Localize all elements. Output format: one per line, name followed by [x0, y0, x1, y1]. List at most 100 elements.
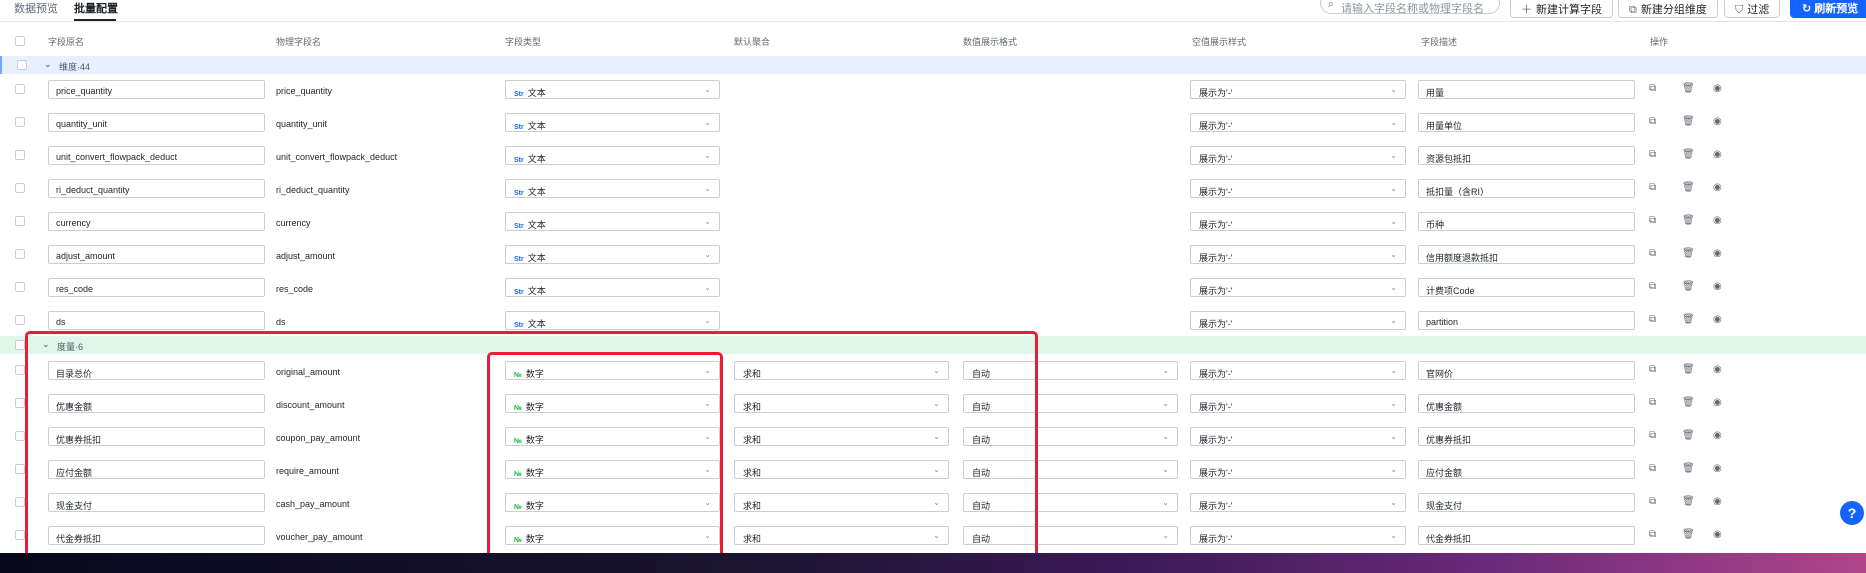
eye-icon[interactable]: ◉ — [1713, 397, 1722, 408]
field-description-input[interactable]: 优惠券抵扣 — [1418, 427, 1635, 446]
filter-button[interactable]: ⛉ 过滤 — [1724, 0, 1781, 18]
row-checkbox[interactable] — [15, 84, 25, 94]
delete-icon[interactable]: 🗑 — [1682, 116, 1695, 127]
eye-icon[interactable]: ◉ — [1713, 364, 1722, 375]
field-description-input[interactable]: 信用额度退款抵扣 — [1418, 245, 1635, 264]
copy-icon[interactable]: ⧉ — [1649, 314, 1656, 325]
help-button[interactable]: ? — [1840, 501, 1864, 525]
tab-batch-config[interactable]: 批量配置 — [74, 2, 118, 16]
field-type-select[interactable]: Str 文本 ⌄ — [505, 146, 720, 165]
delete-icon[interactable]: 🗑 — [1682, 364, 1695, 375]
field-name-input[interactable]: price_quantity — [48, 80, 265, 99]
delete-icon[interactable]: 🗑 — [1682, 397, 1695, 408]
row-checkbox[interactable] — [15, 183, 25, 193]
null-style-select[interactable]: 展示为'-' ⌄ — [1190, 179, 1406, 198]
dimension-group-checkbox[interactable] — [17, 60, 27, 70]
field-type-select[interactable]: Str 文本 ⌄ — [505, 212, 720, 231]
copy-icon[interactable]: ⧉ — [1649, 430, 1656, 441]
field-type-select[interactable]: Str 文本 ⌄ — [505, 278, 720, 297]
field-description-input[interactable]: 优惠金额 — [1418, 394, 1635, 413]
null-style-select[interactable]: 展示为'-' ⌄ — [1190, 245, 1406, 264]
eye-icon[interactable]: ◉ — [1713, 529, 1722, 540]
eye-icon[interactable]: ◉ — [1713, 149, 1722, 160]
row-checkbox[interactable] — [15, 117, 25, 127]
refresh-preview-button[interactable]: ↻ 刷新预览 — [1790, 0, 1866, 18]
eye-icon[interactable]: ◉ — [1713, 463, 1722, 474]
null-style-select[interactable]: 展示为'-' ⌄ — [1190, 493, 1406, 512]
field-description-input[interactable]: 代金券抵扣 — [1418, 526, 1635, 545]
field-description-input[interactable]: 应付金额 — [1418, 460, 1635, 479]
field-name-input[interactable]: currency — [48, 212, 265, 231]
delete-icon[interactable]: 🗑 — [1682, 529, 1695, 540]
eye-icon[interactable]: ◉ — [1713, 314, 1722, 325]
field-description-input[interactable]: 用量单位 — [1418, 113, 1635, 132]
copy-icon[interactable]: ⧉ — [1649, 364, 1656, 375]
null-style-select[interactable]: 展示为'-' ⌄ — [1190, 311, 1406, 330]
row-checkbox[interactable] — [15, 431, 25, 441]
null-style-select[interactable]: 展示为'-' ⌄ — [1190, 113, 1406, 132]
dimension-group-row[interactable]: ⌄ 维度·44 — [0, 56, 1866, 74]
row-checkbox[interactable] — [15, 365, 25, 375]
field-name-input[interactable]: res_code — [48, 278, 265, 297]
eye-icon[interactable]: ◉ — [1713, 281, 1722, 292]
row-checkbox[interactable] — [15, 398, 25, 408]
copy-icon[interactable]: ⧉ — [1649, 248, 1656, 259]
null-style-select[interactable]: 展示为'-' ⌄ — [1190, 361, 1406, 380]
eye-icon[interactable]: ◉ — [1713, 215, 1722, 226]
field-type-select[interactable]: Str 文本 ⌄ — [505, 179, 720, 198]
row-checkbox[interactable] — [15, 216, 25, 226]
field-description-input[interactable]: 抵扣量（含RI） — [1418, 179, 1635, 198]
field-name-input[interactable]: quantity_unit — [48, 113, 265, 132]
field-description-input[interactable]: 用量 — [1418, 80, 1635, 99]
new-calc-field-button[interactable]: ＋ 新建计算字段 — [1510, 0, 1613, 18]
copy-icon[interactable]: ⧉ — [1649, 215, 1656, 226]
field-name-input[interactable]: ri_deduct_quantity — [48, 179, 265, 198]
delete-icon[interactable]: 🗑 — [1682, 182, 1695, 193]
eye-icon[interactable]: ◉ — [1713, 182, 1722, 193]
null-style-select[interactable]: 展示为'-' ⌄ — [1190, 460, 1406, 479]
row-checkbox[interactable] — [15, 249, 25, 259]
field-type-select[interactable]: Str 文本 ⌄ — [505, 311, 720, 330]
null-style-select[interactable]: 展示为'-' ⌄ — [1190, 212, 1406, 231]
delete-icon[interactable]: 🗑 — [1682, 83, 1695, 94]
copy-icon[interactable]: ⧉ — [1649, 397, 1656, 408]
eye-icon[interactable]: ◉ — [1713, 248, 1722, 259]
field-description-input[interactable]: 官网价 — [1418, 361, 1635, 380]
delete-icon[interactable]: 🗑 — [1682, 314, 1695, 325]
null-style-select[interactable]: 展示为'-' ⌄ — [1190, 146, 1406, 165]
tab-data-preview[interactable]: 数据预览 — [14, 2, 58, 16]
eye-icon[interactable]: ◉ — [1713, 116, 1722, 127]
delete-icon[interactable]: 🗑 — [1682, 215, 1695, 226]
delete-icon[interactable]: 🗑 — [1682, 149, 1695, 160]
field-description-input[interactable]: 现金支付 — [1418, 493, 1635, 512]
field-description-input[interactable]: partition — [1418, 311, 1635, 330]
field-name-input[interactable]: adjust_amount — [48, 245, 265, 264]
row-checkbox[interactable] — [15, 150, 25, 160]
new-group-dimension-button[interactable]: ⧉ 新建分组维度 — [1618, 0, 1718, 18]
copy-icon[interactable]: ⧉ — [1649, 83, 1656, 94]
null-style-select[interactable]: 展示为'-' ⌄ — [1190, 394, 1406, 413]
field-name-input[interactable]: ds — [48, 311, 265, 330]
field-type-select[interactable]: Str 文本 ⌄ — [505, 245, 720, 264]
copy-icon[interactable]: ⧉ — [1649, 281, 1656, 292]
field-description-input[interactable]: 资源包抵扣 — [1418, 146, 1635, 165]
field-type-select[interactable]: Str 文本 ⌄ — [505, 113, 720, 132]
field-name-input[interactable]: unit_convert_flowpack_deduct — [48, 146, 265, 165]
null-style-select[interactable]: 展示为'-' ⌄ — [1190, 80, 1406, 99]
select-all-checkbox[interactable] — [15, 36, 25, 46]
field-description-input[interactable]: 计费项Code — [1418, 278, 1635, 297]
row-checkbox[interactable] — [15, 497, 25, 507]
delete-icon[interactable]: 🗑 — [1682, 430, 1695, 441]
row-checkbox[interactable] — [15, 282, 25, 292]
copy-icon[interactable]: ⧉ — [1649, 496, 1656, 507]
copy-icon[interactable]: ⧉ — [1649, 116, 1656, 127]
chevron-down-icon[interactable]: ⌄ — [44, 59, 52, 70]
copy-icon[interactable]: ⧉ — [1649, 463, 1656, 474]
copy-icon[interactable]: ⧉ — [1649, 149, 1656, 160]
copy-icon[interactable]: ⧉ — [1649, 529, 1656, 540]
measure-group-checkbox[interactable] — [15, 340, 25, 350]
row-checkbox[interactable] — [15, 530, 25, 540]
delete-icon[interactable]: 🗑 — [1682, 496, 1695, 507]
eye-icon[interactable]: ◉ — [1713, 83, 1722, 94]
copy-icon[interactable]: ⧉ — [1649, 182, 1656, 193]
